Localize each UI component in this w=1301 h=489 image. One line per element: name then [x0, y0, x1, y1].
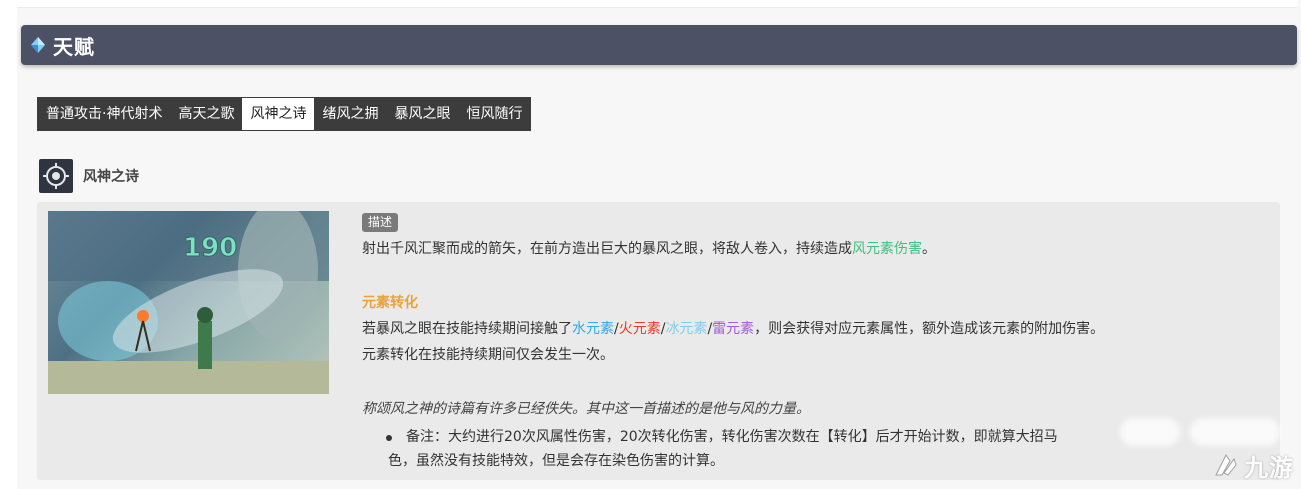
section-title: 天赋 [53, 34, 95, 59]
description-line-3: 元素转化在技能持续期间仅会发生一次。 [362, 347, 614, 363]
cryo-element: 冰元素 [665, 321, 708, 337]
watermark-icon [1215, 453, 1237, 476]
description-line-2: 若暴风之眼在技能持续期间接触了水元素/火元素/冰元素/雷元素，则会获得对应元素属… [362, 319, 1104, 339]
note-line-2: 色，虽然没有技能特效，但是会存在染色伤害的计算。 [388, 453, 724, 469]
skill-description: 描述 射出千风汇聚而成的箭矢，在前方造出巨大的暴风之眼，将敌人卷入，持续造成风元… [362, 213, 1262, 469]
hydro-element: 水元素 [572, 321, 614, 337]
description-tag: 描述 [362, 213, 399, 232]
tab-elemental-skill[interactable]: 高天之歌 [170, 98, 242, 130]
anemo-damage-highlight: 风元素伤害 [852, 241, 922, 257]
top-divider [17, 0, 1297, 8]
skill-name: 风神之诗 [83, 169, 139, 185]
watermark-logo: 九游 [1210, 448, 1294, 483]
talent-tabs: 普通攻击·神代射术 高天之歌 风神之诗 绪风之拥 暴风之眼 恒风随行 [37, 97, 532, 131]
skill-preview-image[interactable]: 190 [48, 211, 329, 394]
section-header: 天赋 [21, 25, 1297, 65]
tab-passive-3[interactable]: 恒风随行 [458, 98, 530, 130]
tab-passive-1[interactable]: 绪风之拥 [314, 98, 386, 130]
description-line-1: 射出千风汇聚而成的箭矢，在前方造出巨大的暴风之眼，将敌人卷入，持续造成风元素伤害… [362, 239, 936, 259]
pyro-element: 火元素 [618, 321, 661, 337]
skill-heading: 风神之诗 [39, 159, 139, 193]
watermark-blur [1190, 418, 1280, 446]
line1-text: 射出千风汇聚而成的箭矢，在前方造出巨大的暴风之眼，将敌人卷入，持续造成 [362, 241, 852, 257]
note-line-1: 备注：大约进行20次风属性伤害，20次转化伤害，转化伤害次数在【转化】后才开始计… [406, 429, 1058, 445]
watermark-text: 九游 [1244, 454, 1294, 482]
damage-number: 190 [183, 233, 237, 263]
tab-normal-attack[interactable]: 普通攻击·神代射术 [38, 98, 170, 130]
line2-end: ，则会获得对应元素属性，额外造成该元素的附加伤害。 [754, 321, 1105, 337]
tab-elemental-burst[interactable]: 风神之诗 [242, 98, 315, 130]
conversion-title: 元素转化 [362, 295, 418, 311]
bullet-icon [386, 435, 392, 441]
line2-text: 若暴风之眼在技能持续期间接触了 [362, 321, 572, 337]
note-item-cont: 色，虽然没有技能特效，但是会存在染色伤害的计算。 [388, 451, 724, 471]
note-item: 备注：大约进行20次风属性伤害，20次转化伤害，转化伤害次数在【转化】后才开始计… [386, 427, 1058, 447]
watermark-blur [1120, 418, 1180, 446]
flavor-text: 称颂风之神的诗篇有许多已经佚失。其中这一首描述的是他与风的力量。 [362, 401, 810, 417]
line1-end: 。 [922, 241, 936, 257]
electro-element: 雷元素 [712, 321, 755, 337]
target-icon [39, 159, 73, 193]
diamond-icon [31, 37, 45, 53]
tab-passive-2[interactable]: 暴风之眼 [386, 98, 458, 130]
